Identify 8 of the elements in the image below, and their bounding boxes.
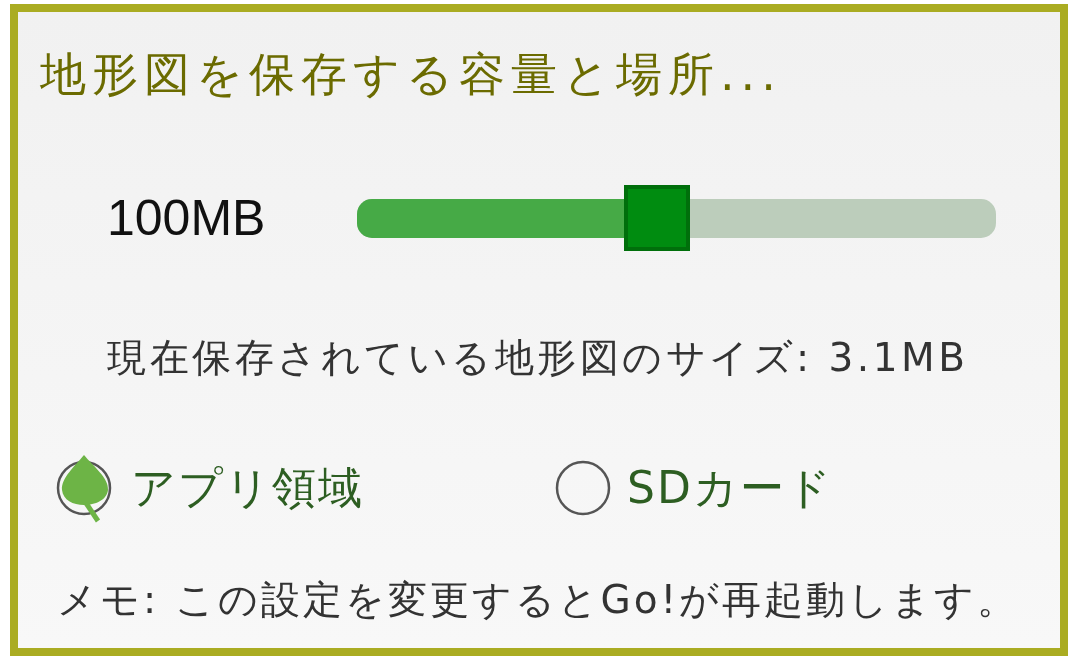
current-size-text: 現在保存されている地形図のサイズ: 3.1MB [107,334,969,382]
dialog-title: 地形図を保存する容量と場所... [40,46,782,103]
radio-button[interactable] [555,460,611,516]
note-text: メモ: この設定を変更するとGo!が再起動します。 [57,576,1020,624]
option-label[interactable]: SDカード [627,458,833,518]
slider-thumb[interactable] [624,185,691,251]
capacity-value: 100MB [107,189,266,247]
option-label[interactable]: アプリ領域 [131,458,364,518]
